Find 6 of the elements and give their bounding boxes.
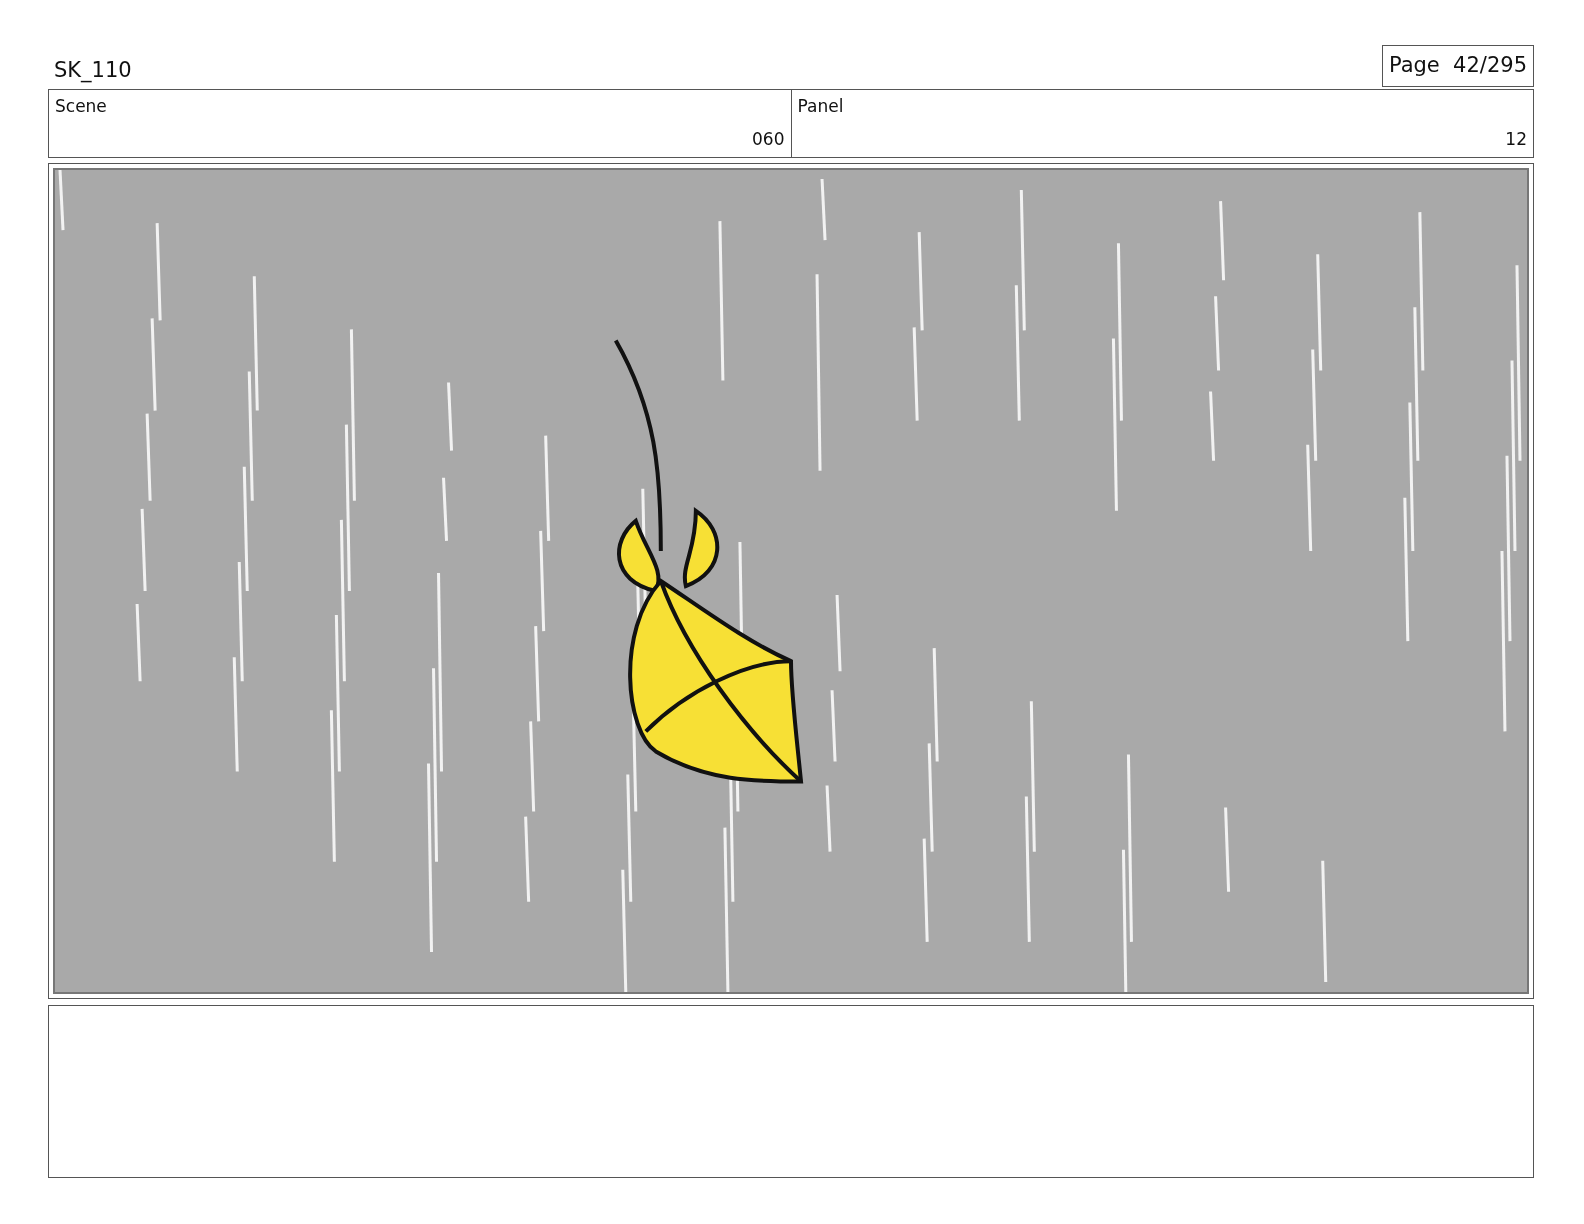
scene-number: 060: [752, 128, 785, 151]
page-number: Page 42/295: [1381, 45, 1534, 87]
panel-label: Panel: [797, 94, 845, 118]
panel-number: 12: [1505, 128, 1527, 151]
storyboard-title: SK_110: [53, 57, 132, 85]
scene-label: Scene: [55, 94, 108, 118]
